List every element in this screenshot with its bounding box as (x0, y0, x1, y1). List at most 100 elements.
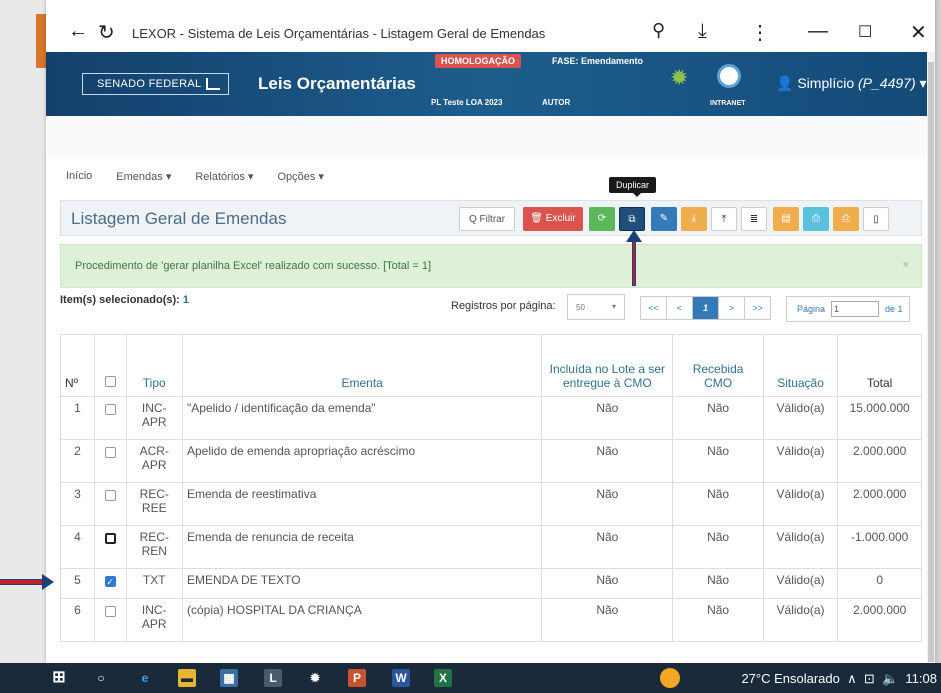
row-num: 6 (60, 598, 95, 642)
page-prev-button[interactable]: < (666, 296, 693, 320)
row-checkbox[interactable] (104, 533, 116, 544)
nav-inicio[interactable]: Início (66, 170, 92, 183)
col-situacao-header[interactable]: Situação (762, 334, 839, 397)
table-row[interactable]: 2 ACR-APR Apelido de emenda apropriação … (60, 439, 922, 483)
table-row[interactable]: 4 REC-REN Emenda de renuncia de receita … (60, 525, 922, 569)
row-num: 2 (60, 439, 95, 483)
row-situacao: Válido(a) (762, 598, 839, 642)
nav-emendas[interactable]: Emendas ▾ (116, 170, 171, 183)
weather-text[interactable]: 27°C Ensolarado (741, 671, 839, 686)
row-num: 5 (60, 568, 95, 599)
row-ementa: Apelido de emenda apropriação acréscimo (181, 439, 543, 483)
col-recebida-header[interactable]: Recebida CMO (672, 334, 764, 397)
alert-close-icon[interactable]: × (903, 259, 909, 271)
scrollbar-thumb[interactable] (928, 62, 934, 662)
close-icon[interactable]: ✕ (910, 20, 927, 45)
row-recebida: Não (672, 568, 764, 599)
nav-opcoes[interactable]: Opções ▾ (277, 170, 324, 183)
browser-window: ← ↻ LEXOR - Sistema de Leis Orçamentária… (46, 0, 935, 663)
clock[interactable]: 11:08 (905, 671, 937, 686)
delete-button[interactable]: 🗑 Excluir (523, 207, 583, 231)
upload-icon[interactable]: ⤒ (711, 207, 737, 231)
per-page-label: Registros por página: (451, 300, 556, 312)
header-spacer (46, 116, 935, 156)
row-recebida: Não (672, 396, 764, 440)
settings-icon[interactable]: ✹ (306, 669, 324, 687)
excel-icon[interactable]: X (434, 669, 452, 687)
row-lote: Não (541, 525, 674, 569)
download-icon[interactable]: ⤓ (698, 20, 707, 43)
row-checkbox[interactable] (104, 490, 116, 501)
more-menu-icon[interactable]: ⋮ (750, 20, 770, 45)
per-page-select[interactable]: 50 ▾ (567, 294, 625, 320)
search-icon[interactable]: ○ (92, 669, 110, 687)
refresh-icon[interactable]: ⟳ (589, 207, 615, 231)
table-row[interactable]: 3 REC-REE Emenda de reestimativa Não Não… (60, 482, 922, 526)
filter-button[interactable]: Q Filtrar (459, 207, 515, 231)
edge-icon[interactable]: e (136, 669, 154, 687)
table-row[interactable]: 1 INC-APR "Apelido / identificação da em… (60, 396, 922, 440)
col-total-header[interactable]: Total (837, 334, 922, 397)
col-ementa-header[interactable]: Ementa (181, 334, 543, 397)
row-situacao: Válido(a) (762, 525, 839, 569)
store-icon[interactable]: ▦ (220, 669, 238, 687)
page-scrollbar[interactable] (927, 52, 935, 663)
edit-icon[interactable]: ✎ (651, 207, 677, 231)
tray-chevron-icon[interactable]: ∧ (847, 671, 857, 686)
senado-logo[interactable]: SENADO FEDERAL (82, 73, 229, 95)
intranet-icon[interactable] (717, 64, 741, 88)
nav-relatorios[interactable]: Relatórios ▾ (195, 170, 253, 183)
row-total: 2.000.000 (837, 439, 922, 483)
user-menu[interactable]: 👤 Simplício (P_4497) ▾ (776, 75, 927, 92)
row-tipo: ACR-APR (125, 439, 184, 483)
row-lote: Não (541, 482, 674, 526)
row-ementa: Emenda de reestimativa (181, 482, 543, 526)
download-icon[interactable]: ⤓ (681, 207, 707, 231)
network-icon[interactable]: ⊡ (864, 671, 875, 686)
file-explorer-icon[interactable]: ▬ (178, 669, 196, 687)
row-checkbox[interactable] (104, 447, 116, 458)
row-checkbox[interactable] (104, 606, 116, 617)
print-orange-icon[interactable]: ⎙ (833, 207, 859, 231)
maximize-icon[interactable]: ☐ (858, 22, 872, 42)
success-alert: Procedimento de 'gerar planilha Excel' r… (60, 244, 922, 288)
page-next-button[interactable]: > (718, 296, 745, 320)
reload-icon[interactable]: ↻ (98, 20, 115, 45)
row-checkbox[interactable] (104, 404, 116, 415)
row-select (93, 439, 127, 483)
minimize-icon[interactable]: — (808, 20, 828, 43)
gear-icon[interactable]: ✹ (670, 66, 694, 90)
col-lote-header[interactable]: Incluída no Lote a ser entregue à CMO (541, 334, 674, 397)
col-tipo-header[interactable]: Tipo (125, 334, 184, 397)
powerpoint-icon[interactable]: P (348, 669, 366, 687)
row-tipo: INC-APR (125, 598, 184, 642)
file-icon[interactable]: ▯ (863, 207, 889, 231)
caret-down-icon: ▾ (919, 75, 927, 91)
search-icon[interactable]: ⚲ (652, 20, 665, 41)
table-row[interactable]: 5 ✓ TXT EMENDA DE TEXTO Não Não Válido(a… (60, 568, 922, 599)
select-all-checkbox[interactable] (104, 376, 116, 387)
volume-icon[interactable]: 🔈 (882, 671, 898, 686)
windows-start-icon[interactable]: ⊞ (50, 669, 68, 687)
page-of-label: de 1 (885, 304, 903, 314)
windows-taskbar: ⊞ ○ e ▬ ▦ L ✹ P W X 27°C Ensolarado ∧ ⊡ … (0, 663, 941, 693)
print-blue-icon[interactable]: ⎙ (803, 207, 829, 231)
page-current-button[interactable]: 1 (692, 296, 719, 320)
table-row[interactable]: 6 INC-APR (cópia) HOSPITAL DA CRIANÇA Nã… (60, 598, 922, 642)
page-first-button[interactable]: << (640, 296, 667, 320)
back-arrow-icon[interactable]: ← (68, 20, 88, 43)
list-icon[interactable]: ≣ (741, 207, 767, 231)
selection-label: Item(s) selecionado(s): (60, 294, 180, 306)
desktop-background-right (935, 0, 941, 663)
duplicate-icon[interactable]: ⧉ (619, 207, 645, 231)
desktop-background (0, 0, 46, 663)
page-last-button[interactable]: >> (744, 296, 771, 320)
annotation-arrow-up-icon (626, 230, 642, 286)
row-ementa: Emenda de renuncia de receita (181, 525, 543, 569)
document-icon[interactable]: ▤ (773, 207, 799, 231)
row-checkbox-checked[interactable]: ✓ (104, 576, 116, 587)
word-icon[interactable]: W (392, 669, 410, 687)
page-input[interactable]: 1 (831, 301, 879, 317)
app-icon[interactable]: L (264, 669, 282, 687)
row-num: 4 (60, 525, 95, 569)
